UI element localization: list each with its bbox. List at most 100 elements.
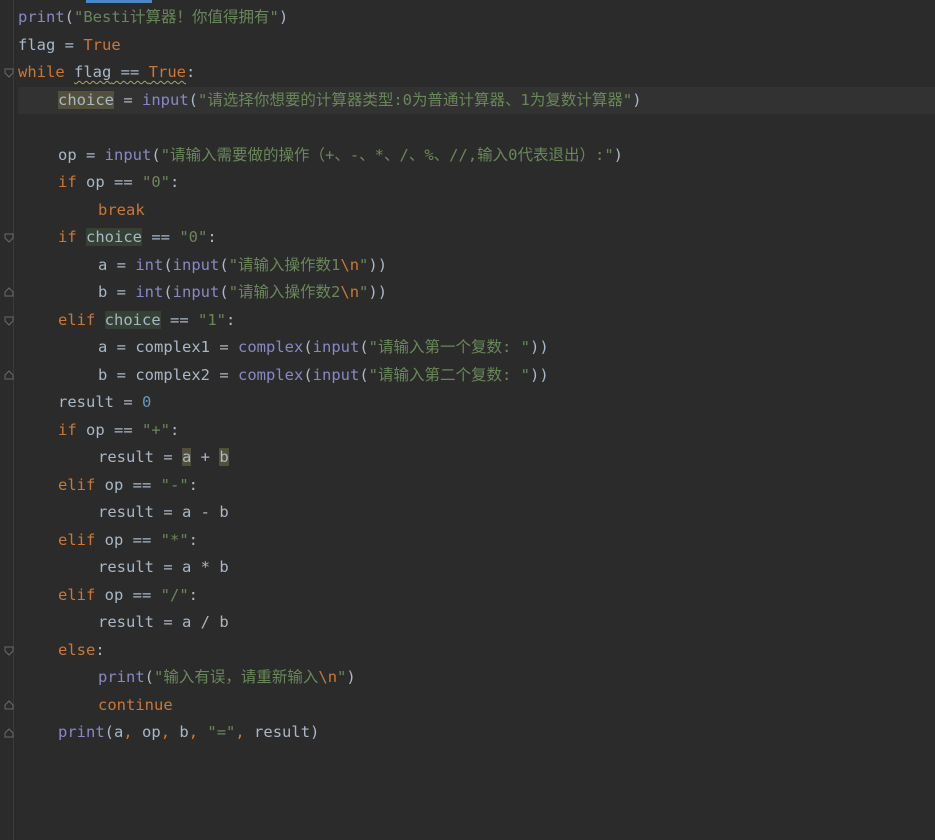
code-token: b =	[98, 283, 136, 301]
code-line[interactable]: result = 0	[18, 389, 935, 417]
code-line[interactable]: a = complex1 = complex(input("请输入第一个复数: …	[18, 334, 935, 362]
code-line[interactable]: a = int(input("请输入操作数1\n"))	[18, 252, 935, 280]
code-editor[interactable]: print("Besti计算器！你值得拥有") flag = True whil…	[0, 0, 935, 840]
code-line[interactable]: elif choice == "1":	[18, 307, 935, 335]
builtin-token: complex	[237, 338, 304, 356]
code-line[interactable]: b = complex2 = complex(input("请输入第二个复数: …	[18, 362, 935, 390]
code-token: )	[613, 145, 624, 164]
warning-token: ==	[111, 63, 149, 81]
code-token: :	[186, 63, 196, 81]
code-line[interactable]: b = int(input("请输入操作数2\n"))	[18, 279, 935, 307]
string-token: "请输入第二个复数: "	[368, 365, 530, 384]
number-token: 0	[142, 393, 152, 411]
code-line[interactable]: if op == "0":	[18, 169, 935, 197]
string-token: "Besti计算器！你值得拥有"	[74, 8, 279, 26]
code-line[interactable]: result = a * b	[18, 554, 935, 582]
code-line[interactable]: print(a, op, b, "=", result)	[18, 719, 935, 747]
builtin-token: int	[135, 255, 164, 274]
builtin-token: input	[142, 90, 189, 109]
keyword-token: True	[83, 35, 121, 54]
string-token: "="	[207, 723, 236, 741]
escape-token: \n	[340, 283, 360, 301]
code-area[interactable]: print("Besti计算器！你值得拥有") flag = True whil…	[18, 4, 935, 747]
code-token: =	[55, 35, 84, 54]
code-line[interactable]: while flag == True:	[18, 59, 935, 87]
code-line-blank[interactable]	[18, 114, 935, 142]
highlighted-variable: choice	[86, 228, 143, 246]
fold-close-icon[interactable]	[4, 700, 14, 710]
code-token: ==	[142, 228, 180, 246]
string-token: "	[337, 668, 347, 686]
code-line[interactable]: result = a + b	[18, 444, 935, 472]
string-token: "请输入操作数1	[228, 255, 341, 274]
fold-open-icon[interactable]	[4, 233, 14, 243]
code-line[interactable]: elif op == "/":	[18, 582, 935, 610]
keyword-token: if	[58, 173, 77, 191]
string-token: "+"	[142, 420, 170, 439]
string-token: "请输入第一个复数: "	[368, 338, 530, 356]
string-token: "	[359, 283, 369, 301]
highlighted-variable: b	[219, 448, 229, 466]
code-line[interactable]: print("输入有误，请重新输入\n")	[18, 664, 935, 692]
code-line[interactable]: elif op == "-":	[18, 472, 935, 500]
code-line[interactable]: print("Besti计算器！你值得拥有")	[18, 4, 935, 32]
code-line-current[interactable]: choice = input("请选择你想要的计算器类型:0为普通计算器、1为复…	[18, 86, 935, 114]
code-line[interactable]: op = input("请输入需要做的操作（+、-、*、/、%、//,输入0代表…	[18, 142, 935, 170]
gutter-divider	[13, 0, 14, 840]
string-token: "1"	[198, 310, 226, 329]
keyword-token: while	[18, 63, 65, 81]
keyword-token: if	[58, 228, 77, 246]
keyword-token: elif	[58, 475, 96, 494]
code-line[interactable]: else:	[18, 637, 935, 665]
code-token: (	[188, 90, 199, 109]
code-token: :	[188, 530, 198, 549]
code-line[interactable]: elif op == "*":	[18, 527, 935, 555]
code-token: ))	[368, 255, 388, 274]
string-token: "请输入需要做的操作（+、-、*、/、%、//,输入0代表退出）:"	[160, 145, 614, 164]
code-token: )	[632, 90, 642, 109]
code-line[interactable]: break	[18, 197, 935, 225]
string-token: "请输入操作数2	[228, 283, 341, 301]
fold-close-icon[interactable]	[4, 370, 14, 380]
code-token: op ==	[95, 530, 161, 549]
code-token: b	[179, 723, 189, 741]
string-token: "/"	[160, 585, 189, 604]
code-line[interactable]: result = a - b	[18, 499, 935, 527]
code-token: (a	[104, 723, 124, 741]
code-token: (	[163, 283, 173, 301]
code-line[interactable]: continue	[18, 692, 935, 720]
code-line[interactable]: if op == "+":	[18, 417, 935, 445]
escape-token: \n	[318, 668, 338, 686]
code-token: )	[278, 8, 289, 26]
code-token: (	[163, 255, 173, 274]
fold-open-icon[interactable]	[4, 68, 14, 78]
code-token: :	[188, 585, 198, 604]
fold-open-icon[interactable]	[4, 316, 14, 326]
code-token: result = a - b	[98, 503, 229, 521]
code-token: :	[188, 475, 198, 494]
keyword-token: elif	[58, 585, 96, 604]
builtin-token: input	[312, 365, 360, 384]
keyword-token: ,	[123, 723, 143, 741]
code-token: result =	[98, 448, 182, 466]
fold-close-icon[interactable]	[4, 287, 14, 297]
code-line[interactable]: if choice == "0":	[18, 224, 935, 252]
fold-open-icon[interactable]	[4, 646, 14, 656]
fold-close-icon[interactable]	[4, 728, 14, 738]
code-line[interactable]: result = a / b	[18, 609, 935, 637]
builtin-token: print	[18, 8, 65, 26]
code-token: :	[207, 228, 217, 246]
keyword-token: elif	[58, 530, 96, 549]
builtin-token: complex	[237, 365, 304, 384]
code-token: (	[359, 338, 369, 356]
keyword-token: continue	[98, 695, 173, 714]
keyword-token: True	[148, 63, 186, 81]
code-token: result)	[254, 723, 320, 741]
code-token: ==	[160, 310, 198, 329]
string-token: "0"	[179, 228, 208, 246]
keyword-token: ,	[188, 723, 208, 741]
code-line[interactable]: flag = True	[18, 32, 935, 60]
code-token: (	[219, 283, 229, 301]
highlighted-variable: a	[182, 448, 192, 466]
